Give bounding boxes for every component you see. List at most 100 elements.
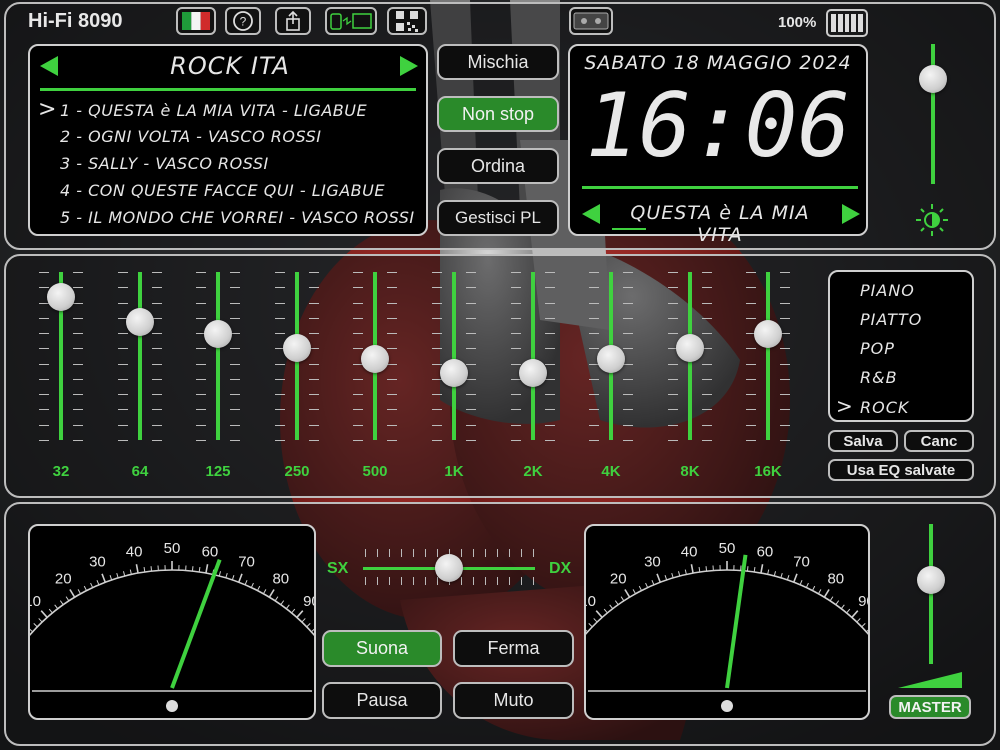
eq-scale-tick — [668, 424, 678, 426]
eq-preset-item[interactable]: > ROCK — [836, 392, 970, 421]
meter-scale-tick — [83, 585, 87, 591]
balance-scale-tick — [461, 549, 462, 557]
eq-scale-tick — [387, 409, 397, 411]
eq-scale-tick — [387, 287, 397, 289]
eq-scale-tick — [623, 394, 633, 396]
eq-scale-tick — [432, 317, 442, 319]
eq-slider-knob-125[interactable] — [204, 320, 232, 349]
eq-scale-tick — [668, 363, 678, 365]
eq-slider-knob-32[interactable] — [47, 283, 75, 312]
meter-scale-tick — [614, 600, 619, 605]
eq-scale-tick — [545, 424, 555, 426]
eq-slider-knob-1K[interactable] — [440, 358, 468, 387]
meter-scale-tick — [285, 604, 290, 610]
eq-scale-tick — [230, 440, 240, 441]
eq-slider-track-2K[interactable] — [531, 272, 535, 440]
eq-scale-tick — [545, 348, 555, 350]
eq-slider-knob-2K[interactable] — [519, 358, 547, 387]
meter-scale-label: 70 — [793, 554, 810, 571]
eq-scale-tick — [118, 394, 128, 396]
balance-slider-knob[interactable] — [435, 554, 463, 582]
meter-scale-label: 90 — [858, 593, 868, 610]
mute-button[interactable]: Muto — [453, 682, 574, 719]
eq-preset-item[interactable]: PIANO — [836, 276, 970, 305]
eq-slider-knob-16K[interactable] — [754, 320, 782, 349]
eq-preset-item[interactable]: POP — [836, 334, 970, 363]
eq-band-label: 250 — [284, 463, 310, 480]
eq-slider-track-1K[interactable] — [452, 272, 456, 440]
master-button[interactable]: MASTER — [889, 695, 971, 719]
eq-scale-tick — [275, 302, 285, 304]
eq-scale-tick — [780, 287, 790, 289]
eq-band-label: 16K — [754, 463, 782, 480]
eq-scale-tick — [196, 272, 206, 273]
balance-right-label: DX — [549, 560, 572, 577]
meter-pivot-dot — [721, 700, 733, 712]
meter-scale-label: 20 — [55, 570, 72, 587]
eq-scale-tick — [118, 409, 128, 411]
eq-scale-tick — [196, 348, 206, 350]
brightness-icon — [916, 204, 948, 236]
eq-scale-tick — [309, 424, 319, 426]
next-track-icon[interactable] — [842, 204, 860, 224]
eq-slider-track-16K[interactable] — [766, 272, 770, 440]
eq-scale-tick — [668, 287, 678, 289]
eq-scale-tick — [511, 363, 521, 365]
eq-scale-tick — [746, 317, 756, 319]
eq-scale-tick — [73, 302, 83, 304]
eq-slider-track-64[interactable] — [138, 272, 142, 440]
use-saved-eq-button[interactable]: Usa EQ salvate — [828, 459, 974, 481]
eq-scale-tick — [623, 287, 633, 289]
balance-scale-tick — [497, 577, 498, 585]
meter-scale-tick — [129, 569, 132, 575]
pause-button[interactable]: Pausa — [322, 682, 442, 719]
eq-scale-tick — [589, 287, 599, 289]
eq-preset-item[interactable]: R&B — [836, 363, 970, 392]
save-eq-button[interactable]: Salva — [828, 430, 898, 452]
meter-scale-tick — [268, 589, 275, 598]
meter-scale-tick — [645, 582, 649, 588]
eq-scale-tick — [73, 348, 83, 350]
play-button[interactable]: Suona — [322, 630, 442, 667]
eq-slider-knob-250[interactable] — [283, 333, 311, 362]
stop-button[interactable]: Ferma — [453, 630, 574, 667]
meter-scale-tick — [231, 575, 235, 581]
eq-scale-tick — [39, 272, 49, 273]
eq-scale-tick — [152, 272, 162, 273]
meter-scale-tick — [603, 608, 608, 614]
master-slider-track[interactable] — [929, 524, 933, 664]
eq-scale-tick — [387, 333, 397, 335]
meter-scale-tick — [205, 564, 209, 574]
eq-scale-tick — [623, 409, 633, 411]
eq-scale-tick — [275, 287, 285, 289]
eq-slider-knob-64[interactable] — [126, 308, 154, 337]
eq-scale-tick — [387, 394, 397, 396]
eq-slider-knob-500[interactable] — [361, 345, 389, 374]
eq-scale-tick — [118, 272, 128, 273]
eq-scale-tick — [545, 333, 555, 335]
eq-scale-tick — [545, 302, 555, 304]
eq-scale-tick — [230, 409, 240, 411]
meter-scale-tick — [65, 596, 70, 602]
eq-scale-tick — [387, 317, 397, 319]
delete-eq-button[interactable]: Canc — [904, 430, 974, 452]
eq-preset-item[interactable]: PIATTO — [836, 305, 970, 334]
eq-slider-knob-8K[interactable] — [676, 333, 704, 362]
brightness-slider-knob[interactable] — [919, 65, 947, 93]
master-slider-knob[interactable] — [917, 566, 945, 594]
eq-scale-tick — [309, 394, 319, 396]
eq-scale-tick — [387, 378, 397, 380]
eq-band-label: 4K — [601, 463, 621, 480]
eq-scale-tick — [589, 348, 599, 350]
eq-scale-tick — [746, 394, 756, 396]
meter-needle — [725, 554, 748, 689]
eq-presets-list[interactable]: PIANO PIATTO POP R&B > ROCK — [828, 270, 974, 422]
eq-scale-tick — [668, 302, 678, 304]
eq-scale-tick — [780, 272, 790, 273]
eq-band-label: 32 — [52, 463, 70, 480]
preset-name: POP — [860, 339, 895, 358]
eq-slider-track-125[interactable] — [216, 272, 220, 440]
eq-scale-tick — [73, 409, 83, 411]
eq-slider-knob-4K[interactable] — [597, 345, 625, 374]
eq-scale-tick — [353, 440, 363, 441]
